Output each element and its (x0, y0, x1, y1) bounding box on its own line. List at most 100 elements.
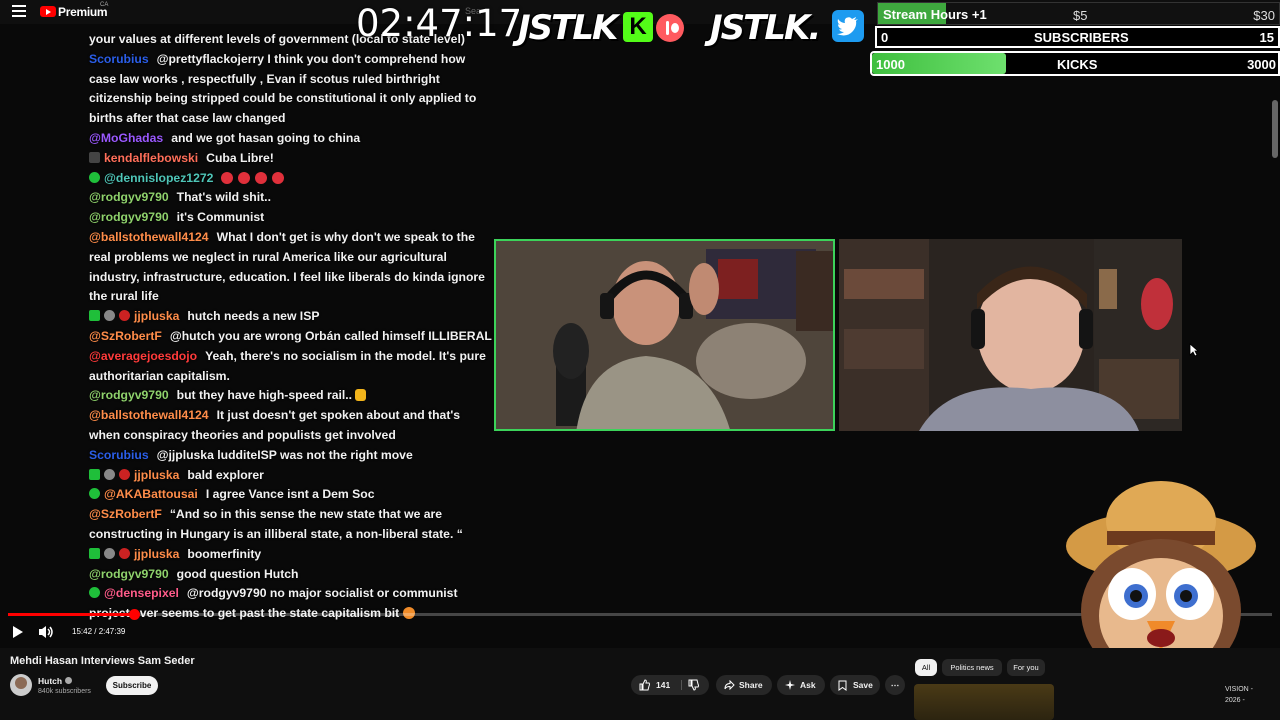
ask-button[interactable]: Ask (777, 675, 825, 695)
webcam-right (839, 239, 1182, 431)
chat-message: kendalflebowski Cuba Libre! (89, 149, 494, 169)
chat-user: @densepixel (104, 586, 179, 601)
goal-end: $30 (1253, 8, 1275, 23)
chat-user: @AKABattousai (104, 487, 198, 502)
dislike-icon[interactable] (688, 679, 700, 691)
video-player[interactable]: your values at different levels of gover… (0, 0, 1280, 648)
ask-label: Ask (800, 680, 816, 690)
like-icon[interactable] (639, 679, 651, 691)
more-icon[interactable]: ⋯ (885, 675, 905, 695)
goal-end: 3000 (1247, 57, 1276, 72)
chat-text: it's Communist (176, 210, 265, 225)
like-divider (681, 680, 682, 690)
chat-user: kendalflebowski (104, 150, 199, 165)
channel-name[interactable]: Hutch (38, 676, 73, 686)
volume-icon[interactable] (38, 625, 54, 639)
scrollbar[interactable] (1272, 100, 1278, 158)
shield-badge-icon (119, 310, 130, 322)
emote-icon (221, 171, 234, 184)
chat-message: Scorubius @prettyflackojerry I think you … (89, 50, 494, 129)
chat-user: @rodgyv9790 (89, 388, 169, 403)
verified-icon (65, 677, 73, 684)
chip-all[interactable]: All (915, 659, 937, 676)
chat-user: @averagejoesdojo (89, 348, 198, 363)
chat-user: @dennislopez1272 (104, 170, 214, 185)
like-dislike-group: 141 (631, 675, 709, 695)
member-badge-icon (89, 488, 100, 500)
avatar[interactable] (10, 674, 32, 696)
video-info: Mehdi Hasan Interviews Sam Seder Hutch 8… (0, 648, 1280, 720)
kick-icon: K (623, 12, 653, 42)
member-badge-icon (89, 171, 100, 183)
chat-message: @rodgyv9790 That's wild shit.. (89, 188, 494, 208)
chat-user: @rodgyv9790 (89, 210, 169, 225)
play-icon[interactable] (12, 625, 24, 639)
owl-mascot-icon (1066, 481, 1256, 648)
twitter-icon (832, 10, 864, 42)
youtube-logo-icon[interactable] (40, 6, 56, 17)
skull-badge-icon (104, 310, 115, 322)
kicks-goal: 1000 KICKS 3000 (870, 51, 1280, 76)
recommended-video-thumbnail[interactable] (914, 684, 1054, 720)
chat-overlay: your values at different levels of gover… (89, 30, 494, 624)
chat-user: @MoGhadas (89, 130, 164, 145)
goal-start: 1000 (876, 57, 905, 72)
check-badge-icon (89, 547, 100, 559)
page: your values at different levels of gover… (0, 0, 1280, 720)
check-badge-icon (89, 310, 100, 322)
chat-message: @SzRobertF “And so in this sense the new … (89, 505, 494, 545)
chat-text: Cuba Libre! (206, 150, 274, 165)
record-icon (656, 14, 684, 42)
chat-message: @SzRobertF @hutch you are wrong Orbán cal… (89, 327, 494, 347)
chat-text: @hutch you are wrong Orbán called himsel… (169, 328, 492, 343)
thumbs-emote-icon (355, 389, 367, 402)
subscriber-count: 840k subscribers (38, 688, 91, 695)
chat-user: @SzRobertF (89, 328, 162, 343)
chat-text: That's wild shit.. (176, 190, 271, 205)
menu-icon[interactable] (12, 5, 26, 17)
chat-message: @rodgyv9790 good question Hutch (89, 565, 494, 585)
save-button[interactable]: Save (830, 675, 880, 695)
chat-message: @AKABattousai I agree Vance isnt a Dem So… (89, 485, 494, 505)
emote-icon (272, 171, 285, 184)
subscribe-button[interactable]: Subscribe (106, 676, 158, 695)
chat-text: hutch needs a new ISP (187, 309, 320, 324)
shield-badge-icon (119, 547, 130, 559)
member-badge-icon (89, 587, 100, 599)
chat-text: and we got hasan going to china (171, 130, 361, 145)
webcam-left (494, 239, 835, 431)
chat-user: @ballstothewall4124 (89, 229, 209, 244)
goal-label: SUBSCRIBERS (1034, 30, 1129, 45)
chat-message: @ballstothewall4124 What I don't get is w… (89, 228, 494, 307)
recommended-video-title[interactable]: VISION - 2026 - (1225, 684, 1253, 706)
brand-logo-1: JSTLK (518, 8, 618, 48)
chat-user: @ballstothewall4124 (89, 408, 209, 423)
channel-name-text[interactable]: Hutch (38, 676, 62, 686)
goal-end: 15 (1259, 30, 1274, 45)
skull-badge-icon (104, 547, 115, 559)
chat-message: Scorubius @jjpluska ludditeISP was not th… (89, 446, 494, 466)
save-icon (838, 680, 847, 691)
check-badge-icon (89, 468, 100, 480)
chat-text: @jjpluska ludditeISP was not the right m… (156, 447, 413, 462)
chat-user: @rodgyv9790 (89, 566, 169, 581)
goal-start: 0 (881, 30, 889, 45)
stream-hours-goal: Stream Hours +1 $5 $30 (877, 2, 1280, 25)
rec-line-1: VISION - (1225, 686, 1254, 693)
subscribers-goal: 0 SUBSCRIBERS 15 (875, 26, 1280, 48)
chat-text: boomerfinity (187, 546, 262, 561)
time-display: 15:42 / 2:47:39 (72, 627, 126, 636)
chat-text: I agree Vance isnt a Dem Soc (205, 487, 375, 502)
chat-message: @rodgyv9790 but they have high-speed rail… (89, 386, 494, 406)
share-button[interactable]: Share (716, 675, 772, 695)
ask-sparkle-icon (785, 680, 795, 690)
like-count[interactable]: 141 (656, 675, 670, 695)
chat-user: jjpluska (134, 546, 180, 561)
chat-user: Scorubius (89, 447, 149, 462)
rec-line-2: 2026 - (1225, 697, 1245, 704)
chip-for-you[interactable]: For you (1007, 659, 1045, 676)
chat-message: jjpluska boomerfinity (89, 545, 494, 565)
chip-politics-news[interactable]: Politics news (942, 659, 1002, 676)
stream-clock: 02:47:17 (356, 2, 523, 45)
chat-user: @SzRobertF (89, 507, 162, 522)
